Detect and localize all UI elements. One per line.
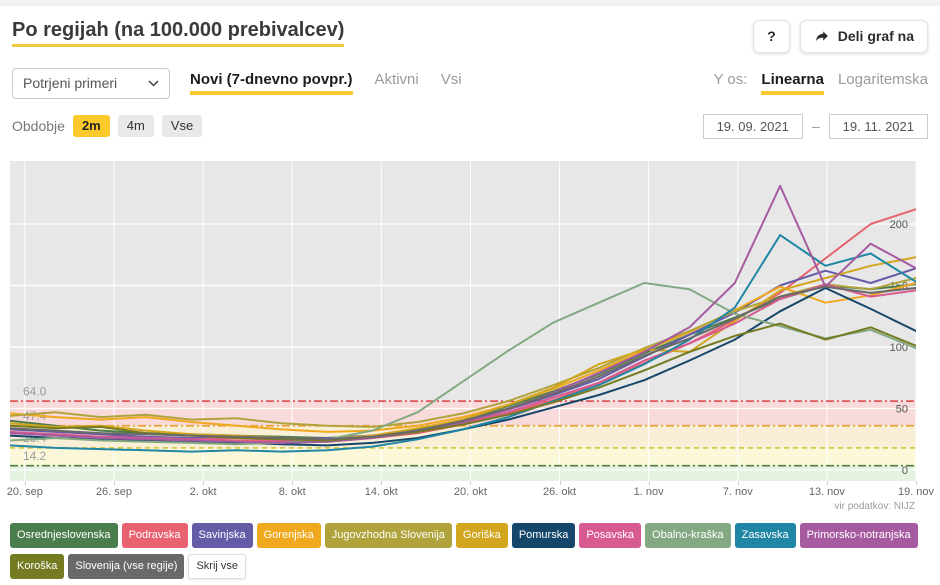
header: Po regijah (na 100.000 prebivalcev) ? De… (0, 6, 940, 55)
period-row: Obdobje 2m 4m Vse 19. 09. 2021 – 19. 11.… (0, 99, 940, 139)
x-axis-tick (114, 481, 115, 485)
y-axis-tick-label: 0 (902, 465, 908, 477)
x-axis-tick (381, 481, 382, 485)
region-toggle-slovenija-vse-regije[interactable]: Slovenija (vse regije) (68, 554, 184, 579)
x-axis-tick (292, 481, 293, 485)
x-axis-tick-label: 13. nov (809, 486, 845, 498)
x-axis-tick (827, 481, 828, 485)
controls-row: Potrjeni primeri Novi (7-dnevno povpr.) … (0, 55, 940, 99)
metric-select-value: Potrjeni primeri (23, 75, 117, 91)
x-axis-tick (560, 481, 561, 485)
help-button[interactable]: ? (753, 20, 790, 53)
x-axis-tick-label: 26. sep (96, 486, 132, 498)
x-axis-tick-label: 19. nov (898, 486, 934, 498)
x-axis-tick (738, 481, 739, 485)
tab-aktivni[interactable]: Aktivni (375, 71, 419, 88)
x-axis-tick (916, 481, 917, 485)
phase-band (10, 465, 916, 480)
x-axis-tick-label: 1. nov (634, 486, 664, 498)
x-axis-tick-label: 14. okt (365, 486, 398, 498)
page-title-text: Po regijah (na 100.000 prebivalcev) (12, 19, 344, 47)
x-axis-tick (203, 481, 204, 485)
date-from-input[interactable]: 19. 09. 2021 (703, 114, 803, 139)
region-toggle-obalno-kra-ka[interactable]: Obalno-kraška (645, 523, 731, 548)
date-range-separator: – (812, 118, 820, 134)
x-axis-tick-label: 2. okt (190, 486, 217, 498)
date-range: 19. 09. 2021 – 19. 11. 2021 (703, 114, 928, 139)
phase-line-label: 64.0 (23, 384, 47, 398)
tab-novi-7dnevno[interactable]: Novi (7-dnevno povpr.) (190, 71, 353, 95)
x-axis-tick-label: 26. okt (543, 486, 576, 498)
chart-plot[interactable]: 64.047.426.414.2050100150200 (10, 161, 916, 481)
chart-area: 64.047.426.414.2050100150200 20. sep26. … (0, 161, 940, 515)
y-axis-linear[interactable]: Linearna (761, 71, 824, 95)
region-toggle-gorenjska[interactable]: Gorenjska (257, 523, 321, 548)
y-axis-switch: Y os: Linearna Logaritemska (714, 71, 929, 95)
metric-select[interactable]: Potrjeni primeri (12, 68, 170, 99)
period-label: Obdobje (12, 118, 65, 134)
y-axis-tick-label: 200 (890, 219, 908, 231)
region-toggle-osrednjeslovenska[interactable]: Osrednjeslovenska (10, 523, 118, 548)
period-4m[interactable]: 4m (118, 115, 154, 137)
page-title: Po regijah (na 100.000 prebivalcev) (12, 19, 344, 42)
tab-vsi[interactable]: Vsi (441, 71, 462, 88)
period-vse[interactable]: Vse (162, 115, 202, 137)
x-axis-labels: 20. sep 26. sep 2. okt 8. okt 14. okt 20. okt… (10, 481, 916, 501)
phase-line-label: 14.2 (23, 449, 47, 463)
y-axis-label: Y os: (714, 71, 748, 88)
y-axis-tick-label: 50 (896, 403, 908, 415)
x-axis-tick (649, 481, 650, 485)
region-toggle-gori-ka[interactable]: Goriška (456, 523, 508, 548)
region-toggle-podravska[interactable]: Podravska (122, 523, 188, 548)
region-toggle-pomurska[interactable]: Pomurska (512, 523, 576, 548)
x-axis-tick-label: 20. okt (454, 486, 487, 498)
region-toggle-zasavska[interactable]: Zasavska (735, 523, 796, 548)
region-toggle-primorsko-notranjska[interactable]: Primorsko-notranjska (800, 523, 918, 548)
chart-svg: 64.047.426.414.2050100150200 (10, 161, 916, 481)
y-axis-logarithmic[interactable]: Logaritemska (838, 71, 928, 88)
display-type-tabs: Novi (7-dnevno povpr.) Aktivni Vsi (190, 71, 462, 95)
region-legend: OsrednjeslovenskaPodravskaSavinjskaGoren… (0, 515, 940, 579)
x-axis-tick-label: 20. sep (7, 486, 43, 498)
x-axis-tick-label: 8. okt (279, 486, 306, 498)
share-button-label: Deli graf na (838, 28, 914, 45)
chevron-down-icon (148, 80, 159, 87)
x-axis-tick (470, 481, 471, 485)
share-button[interactable]: Deli graf na (800, 20, 928, 53)
region-toggle-posavska[interactable]: Posavska (579, 523, 641, 548)
region-toggle-jugovzhodna-slovenija[interactable]: Jugovzhodna Slovenija (325, 523, 452, 548)
region-toggle-savinjska[interactable]: Savinjska (192, 523, 253, 548)
region-toggle-koro-ka[interactable]: Koroška (10, 554, 64, 579)
x-axis-tick (25, 481, 26, 485)
date-to-input[interactable]: 19. 11. 2021 (829, 114, 928, 139)
header-buttons: ? Deli graf na (753, 20, 928, 53)
data-source-note: vir podatkov: NIJZ (0, 501, 940, 515)
x-axis-tick-label: 7. nov (723, 486, 753, 498)
hide-all-button[interactable]: Skrij vse (188, 554, 246, 579)
share-icon (814, 29, 830, 43)
period-2m[interactable]: 2m (73, 115, 110, 137)
